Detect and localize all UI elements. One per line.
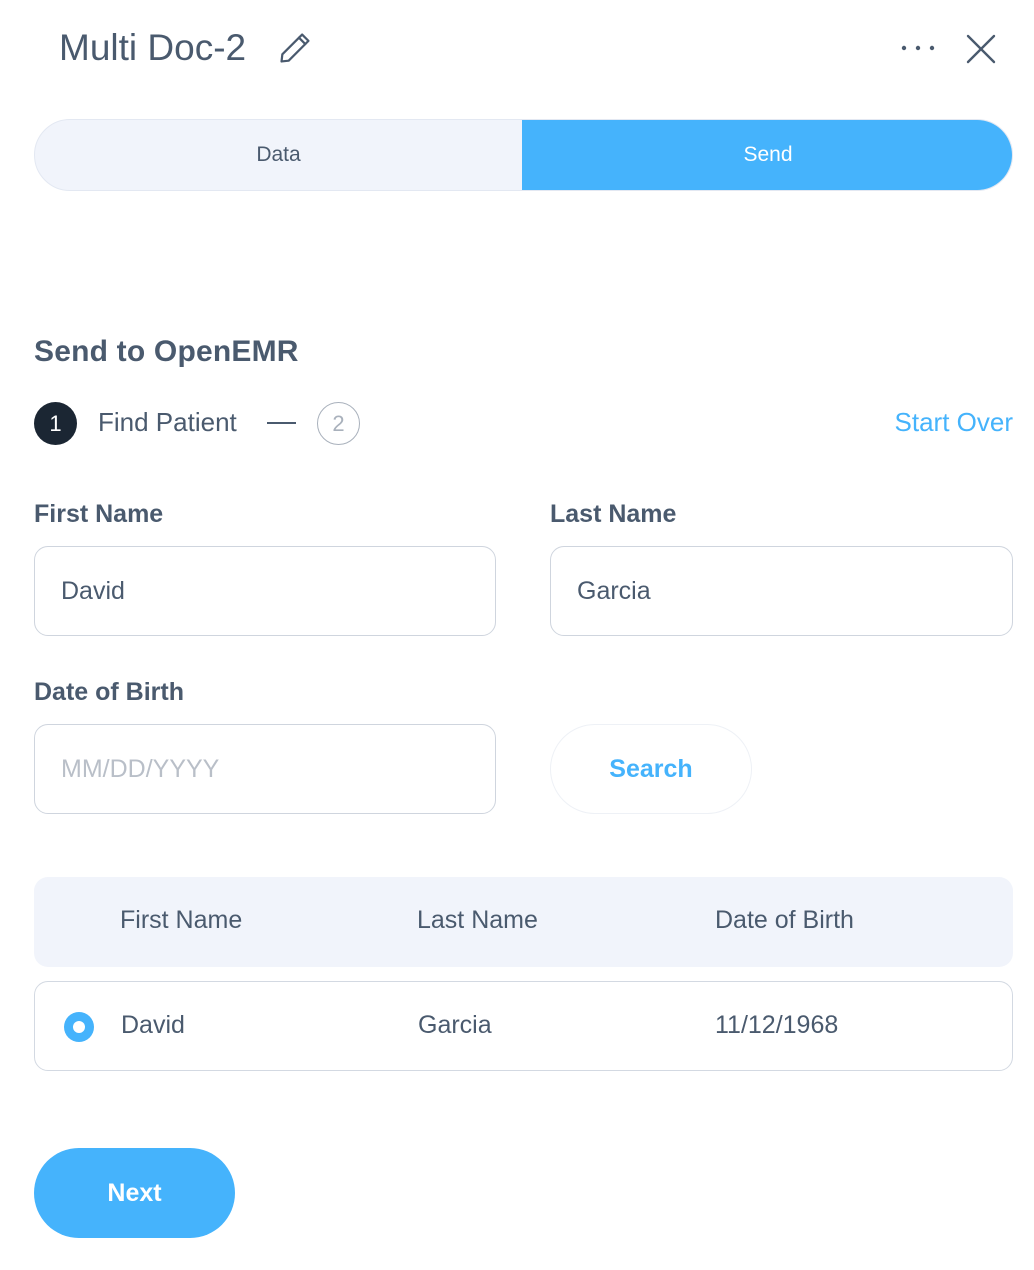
step-2-indicator: 2 <box>317 402 360 445</box>
radio-dot <box>73 1021 85 1033</box>
dob-label: Date of Birth <box>34 678 184 706</box>
send-panel: Multi Doc-2 Data Send Send to OpenEMR 1 … <box>0 0 1034 1270</box>
step-1-label: Find Patient <box>98 407 237 437</box>
first-name-input[interactable] <box>34 546 496 636</box>
step-1-indicator: 1 <box>34 402 77 445</box>
tab-data[interactable]: Data <box>35 120 522 190</box>
dob-input[interactable] <box>34 724 496 814</box>
cell-dob: 11/12/1968 <box>715 1011 839 1039</box>
close-icon[interactable] <box>964 32 998 66</box>
table-row[interactable]: David Garcia 11/12/1968 <box>34 981 1013 1071</box>
start-over-link[interactable]: Start Over <box>895 407 1013 438</box>
tab-bar: Data Send <box>34 119 1013 191</box>
results-table-header: First Name Last Name Date of Birth <box>34 877 1013 967</box>
last-name-input[interactable] <box>550 546 1013 636</box>
first-name-label: First Name <box>34 500 164 528</box>
section-title: Send to OpenEMR <box>34 335 299 368</box>
next-button[interactable]: Next <box>34 1148 235 1238</box>
tab-send[interactable]: Send <box>522 120 1012 190</box>
step-divider <box>267 422 296 424</box>
column-header-dob: Date of Birth <box>715 906 854 934</box>
search-button[interactable]: Search <box>550 724 752 814</box>
document-title: Multi Doc-2 <box>59 27 247 68</box>
panel-header: Multi Doc-2 <box>0 0 1034 100</box>
pencil-icon[interactable] <box>276 29 314 67</box>
cell-first-name: David <box>121 1011 185 1039</box>
last-name-label: Last Name <box>550 500 677 528</box>
cell-last-name: Garcia <box>418 1011 492 1039</box>
column-header-last-name: Last Name <box>417 906 538 934</box>
column-header-first-name: First Name <box>120 906 243 934</box>
more-horizontal-icon[interactable] <box>898 33 938 63</box>
row-radio-selected[interactable] <box>64 1012 94 1042</box>
